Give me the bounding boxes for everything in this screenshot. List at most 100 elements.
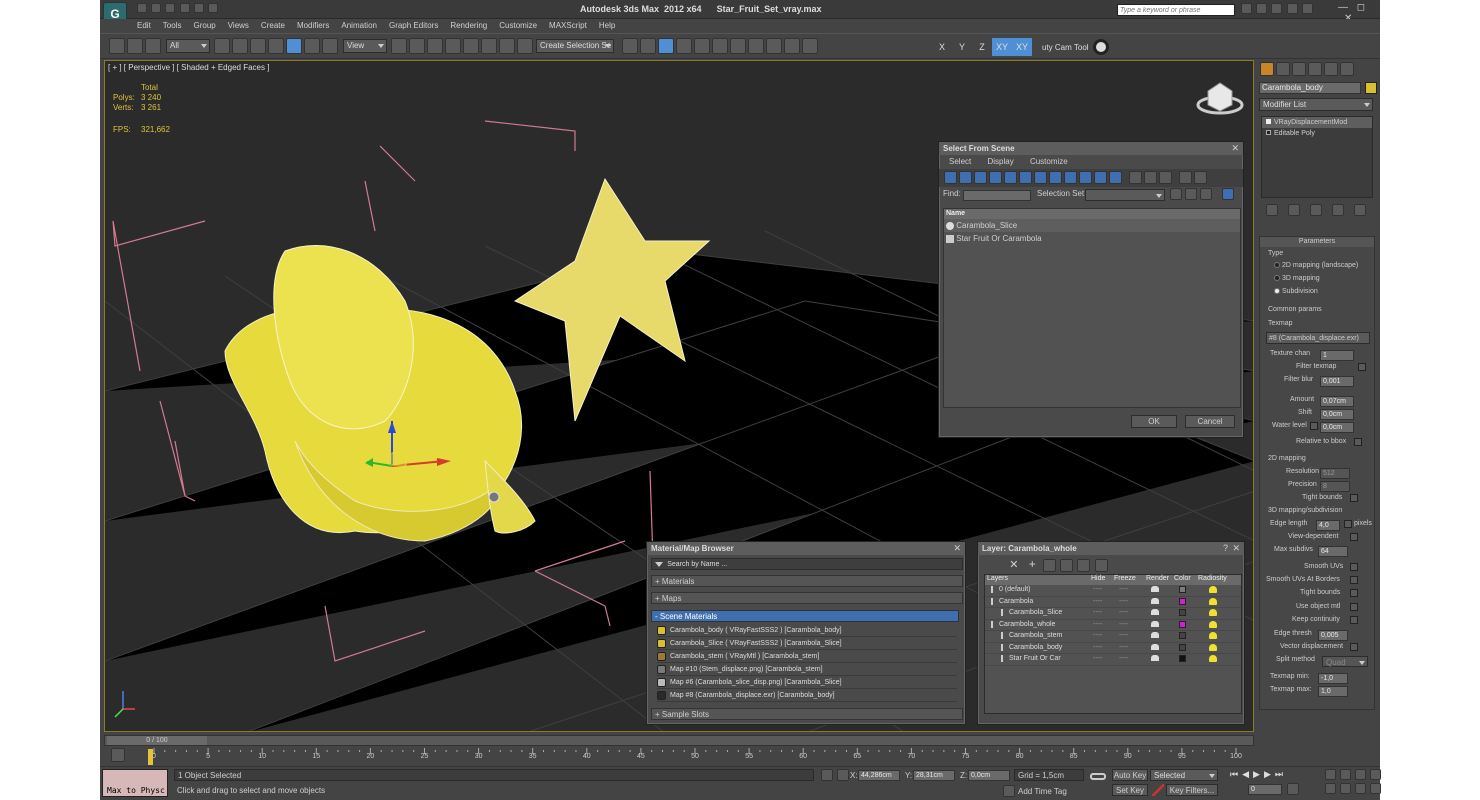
layer-freeze-all-icon[interactable] — [1094, 559, 1108, 573]
layer-row[interactable]: Star Fruit Or Car ---- ---- — [985, 654, 1241, 666]
maximize-icon[interactable]: ◻ — [1357, 2, 1365, 13]
menu-customize[interactable]: Customize — [499, 21, 537, 30]
render-setup-icon[interactable] — [748, 38, 764, 54]
display-tab-icon[interactable] — [1324, 62, 1338, 76]
layer-name[interactable]: 0 (default) — [999, 586, 1031, 593]
percent-snap-icon[interactable] — [481, 38, 497, 54]
x-coordinate-field[interactable]: 44,286cm — [858, 770, 900, 781]
remove-modifier-icon[interactable] — [1332, 204, 1344, 216]
render-teapot-icon[interactable] — [1151, 609, 1159, 615]
utilities-tab-icon[interactable] — [1340, 62, 1354, 76]
bulb-icon[interactable] — [1266, 119, 1271, 124]
lock-selection-icon[interactable] — [821, 769, 833, 781]
edit-named-sel-icon[interactable] — [517, 38, 533, 54]
layer-manager-icon[interactable] — [658, 38, 674, 54]
zoom-icon[interactable] — [1325, 769, 1336, 780]
section-materials[interactable]: + Materials — [651, 575, 963, 587]
shift-spinner[interactable]: 0,0cm — [1320, 409, 1354, 420]
col-hide[interactable]: Hide — [1091, 575, 1105, 582]
search-input[interactable] — [1117, 4, 1235, 16]
render-teapot-icon[interactable] — [1151, 655, 1159, 661]
layer-row[interactable]: Carambola ---- ---- — [985, 597, 1241, 608]
layer-color-swatch[interactable] — [1179, 632, 1186, 639]
use-object-mtl-checkbox[interactable] — [1350, 603, 1358, 611]
layer-freeze-toggle[interactable]: ---- — [1119, 586, 1128, 593]
layer-new-icon[interactable] — [989, 559, 1002, 573]
search-by-name-input[interactable]: Search by Name ... — [667, 561, 727, 568]
layer-name[interactable]: Star Fruit Or Car — [1009, 655, 1061, 662]
material-list-item[interactable]: Map #6 (Carambola_slice_disp.png) [Caram… — [657, 676, 957, 689]
layer-delete-icon[interactable]: ✕ — [1009, 559, 1018, 571]
rotate-icon[interactable] — [304, 38, 320, 54]
time-slider-thumb[interactable]: 0 / 100 — [107, 736, 207, 745]
mini-curve-editor-icon[interactable] — [111, 748, 125, 762]
split-method-dropdown[interactable]: Quad — [1322, 656, 1368, 667]
smooth-uvs-checkbox[interactable] — [1350, 563, 1358, 571]
layer-name[interactable]: Carambola_stem — [1009, 632, 1062, 639]
zoom-all-icon[interactable] — [1340, 769, 1351, 780]
bind-spacewarp-icon[interactable] — [145, 38, 161, 54]
list-item[interactable]: Carambola_Slice — [944, 219, 1240, 232]
spinner-snap-icon[interactable] — [499, 38, 515, 54]
layer-row[interactable]: Carambola_Slice ---- ---- — [985, 608, 1241, 620]
select-invert-icon[interactable] — [1159, 171, 1173, 184]
layer-color-swatch[interactable] — [1179, 643, 1186, 651]
next-frame-icon[interactable]: ▶ — [1264, 769, 1271, 780]
key-mode-dropdown[interactable]: Selected — [1150, 769, 1218, 781]
layer-hide-toggle[interactable]: ---- — [1093, 644, 1102, 651]
make-unique-icon[interactable] — [1310, 204, 1322, 216]
col-render[interactable]: Render — [1146, 575, 1169, 582]
filter-options-icon[interactable] — [1194, 171, 1208, 184]
bulb-icon[interactable] — [1266, 130, 1271, 135]
material-list-item[interactable]: Map #10 (Stem_displace.png) [Carambola_s… — [657, 663, 957, 676]
max-subdivs-spinner[interactable]: 64 — [1318, 546, 1348, 557]
orbit-icon[interactable] — [1355, 783, 1366, 794]
tight-bounds-2d-checkbox[interactable] — [1350, 494, 1358, 502]
filter-xrefs-icon[interactable] — [1049, 171, 1062, 184]
browser-options-icon[interactable] — [655, 562, 663, 567]
render-teapot-icon[interactable] — [1151, 586, 1159, 592]
render-teapot-icon[interactable] — [1151, 597, 1159, 604]
texture-chan-spinner[interactable]: 1 — [1320, 350, 1354, 361]
layer-row[interactable]: Carambola_stem ---- ---- — [985, 631, 1241, 643]
sort-icon[interactable] — [1170, 188, 1182, 200]
time-slider[interactable]: 0 / 100 — [104, 735, 1254, 746]
radiosity-bulb-icon[interactable] — [1209, 586, 1217, 593]
current-frame-field[interactable]: 0 — [1248, 784, 1282, 795]
radiosity-bulb-icon[interactable] — [1209, 643, 1217, 651]
layer-name[interactable]: Carambola_Slice — [1009, 609, 1062, 616]
radio-2d-mapping[interactable] — [1274, 262, 1280, 269]
sfs-menu-customize[interactable]: Customize — [1030, 157, 1068, 166]
smooth-borders-checkbox[interactable] — [1350, 576, 1358, 584]
schematic-view-icon[interactable] — [712, 38, 728, 54]
close-icon[interactable]: ✕ — [1232, 543, 1240, 554]
field-of-view-icon[interactable] — [1325, 783, 1336, 794]
binoculars-icon[interactable] — [1241, 3, 1252, 14]
layer-hide-toggle[interactable]: ---- — [1093, 598, 1102, 605]
material-editor-icon[interactable] — [730, 38, 746, 54]
water-level-checkbox[interactable] — [1310, 422, 1318, 430]
layer-name[interactable]: Carambola_body — [1009, 644, 1062, 651]
render-icon[interactable] — [784, 38, 800, 54]
menu-create[interactable]: Create — [261, 21, 285, 30]
select-all-icon[interactable] — [1129, 171, 1143, 184]
select-by-name-icon[interactable] — [232, 38, 248, 54]
ref-coord-dropdown[interactable]: View — [343, 39, 387, 53]
goto-end-icon[interactable]: ⏭ — [1275, 769, 1283, 780]
viewcube-icon[interactable] — [1196, 82, 1244, 115]
set-key-icon[interactable] — [1152, 784, 1164, 796]
show-end-result-icon[interactable] — [1288, 204, 1300, 216]
modify-tab-icon[interactable] — [1276, 62, 1290, 76]
radiosity-bulb-icon[interactable] — [1209, 609, 1217, 616]
subscription-icon[interactable] — [1256, 3, 1268, 14]
auto-key-button[interactable]: Auto Key — [1112, 769, 1148, 781]
amount-spinner[interactable]: 0,07cm — [1320, 396, 1354, 407]
align-icon[interactable] — [640, 38, 656, 54]
layer-name[interactable]: Carambola_whole — [999, 621, 1055, 628]
radio-3d-mapping[interactable] — [1274, 275, 1280, 282]
angle-snap-icon[interactable] — [463, 38, 479, 54]
object-name-field[interactable]: Carambola_body — [1259, 82, 1361, 94]
ribbon-icon[interactable] — [676, 38, 692, 54]
section-scene-materials[interactable]: - Scene Materials — [651, 610, 959, 622]
relative-bbox-checkbox[interactable] — [1354, 438, 1362, 446]
